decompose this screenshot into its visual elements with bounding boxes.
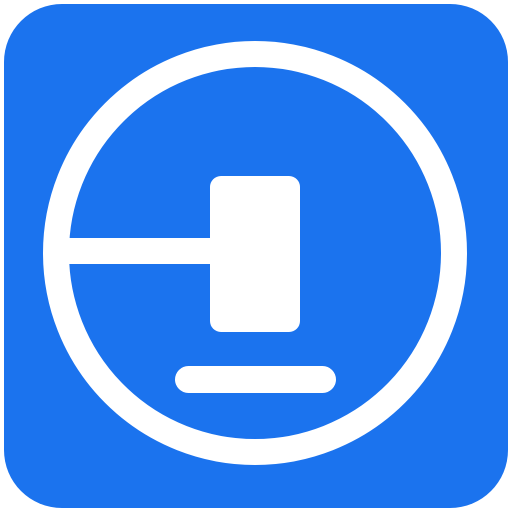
gavel-icon[interactable] bbox=[0, 0, 512, 512]
app-icon-canvas bbox=[0, 0, 512, 512]
gavel-base bbox=[175, 366, 336, 393]
gavel-head bbox=[210, 176, 300, 332]
gavel-handle bbox=[57, 238, 225, 264]
